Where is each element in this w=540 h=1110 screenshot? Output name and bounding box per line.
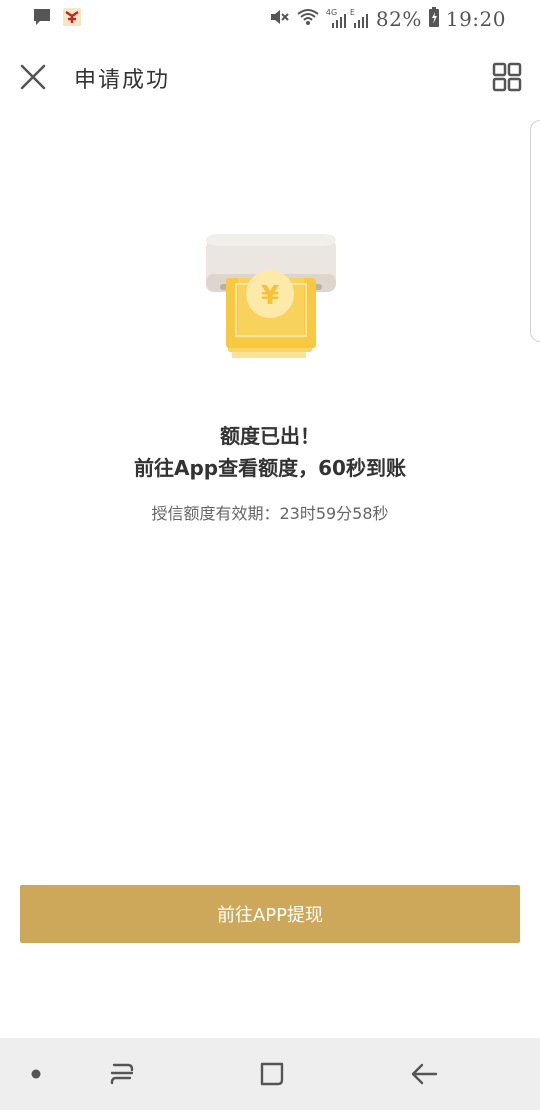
page-title: 申请成功 bbox=[74, 68, 171, 93]
back-icon bbox=[411, 1063, 438, 1085]
close-button[interactable] bbox=[14, 58, 52, 96]
mute-icon bbox=[268, 6, 290, 32]
validity-row: 授信额度有效期：23时59分58秒 bbox=[0, 500, 540, 524]
status-right-icons: 4G E 82% 19:20 bbox=[268, 6, 506, 32]
home-button[interactable] bbox=[252, 1056, 292, 1092]
status-left-icons bbox=[32, 8, 82, 30]
dot-icon bbox=[31, 1069, 41, 1079]
clock: 19:20 bbox=[445, 7, 506, 31]
network-e-label: E bbox=[349, 8, 355, 17]
result-subheadline: 前往App查看额度，60秒到账 bbox=[134, 456, 406, 480]
message-icon bbox=[32, 7, 52, 31]
system-nav-bar bbox=[0, 1038, 540, 1110]
battery-percent: 82% bbox=[375, 7, 422, 31]
wifi-icon bbox=[296, 6, 320, 32]
signal-icon: 4G E bbox=[326, 8, 370, 30]
validity-label: 授信额度有效期： bbox=[151, 504, 280, 523]
header: 申请成功 bbox=[0, 38, 540, 118]
edge-panel-handle[interactable] bbox=[530, 120, 540, 342]
menu-button[interactable] bbox=[490, 60, 524, 94]
recent-apps-icon bbox=[110, 1063, 134, 1085]
withdraw-in-app-button[interactable]: 前往APP提现 bbox=[20, 885, 520, 943]
validity-countdown: 23时59分58秒 bbox=[279, 504, 389, 523]
app-notification-icon bbox=[62, 7, 82, 31]
yuan-symbol: ¥ bbox=[261, 281, 279, 311]
status-bar: 4G E 82% 19:20 bbox=[0, 0, 540, 38]
cash-dispenser-illustration: ¥ bbox=[200, 228, 342, 370]
close-icon bbox=[20, 64, 46, 90]
grid-menu-icon bbox=[492, 62, 522, 92]
home-icon bbox=[260, 1062, 284, 1086]
back-button[interactable] bbox=[404, 1056, 444, 1092]
result-headline: 额度已出！ bbox=[220, 424, 320, 448]
recent-apps-button[interactable] bbox=[102, 1056, 142, 1092]
nav-dot-button[interactable] bbox=[16, 1056, 56, 1092]
battery-icon bbox=[428, 6, 440, 32]
